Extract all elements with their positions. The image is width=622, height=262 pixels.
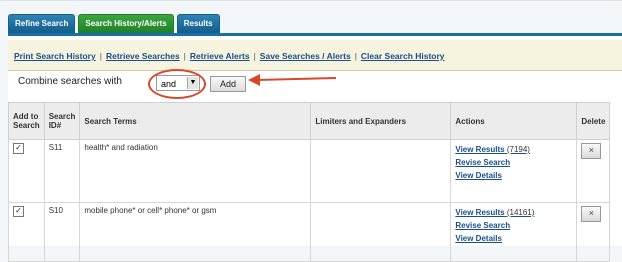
delete-button[interactable]: × [581, 143, 602, 159]
add-to-search-checkbox[interactable]: ✓ [13, 143, 24, 154]
search-id-cell: S11 [43, 139, 81, 203]
clear-search-history-link[interactable]: Clear Search History [361, 51, 445, 61]
save-searches-alerts-link[interactable]: Save Searches / Alerts [260, 51, 351, 61]
header-limiters-expanders: Limiters and Expanders [310, 102, 452, 140]
highlight-circle [148, 69, 206, 99]
header-actions: Actions [450, 102, 578, 140]
combine-label: Combine searches with [18, 76, 122, 87]
delete-button[interactable]: × [581, 206, 602, 222]
table-header-row: Add to Search Search ID# Search Terms Li… [8, 102, 611, 140]
tab-bar: Refine Search Search History/Alerts Resu… [8, 14, 220, 34]
header-search-terms: Search Terms [79, 102, 312, 140]
view-details-link[interactable]: View Details [455, 232, 572, 245]
add-to-search-checkbox[interactable]: ✓ [13, 206, 24, 217]
add-to-search-cell: ✓ [8, 139, 45, 203]
view-results-link[interactable]: View Results (7194) [455, 143, 572, 156]
search-terms-cell: health* and radiation [79, 139, 312, 203]
delete-cell: × [576, 202, 611, 262]
highlight-arrow-icon [248, 74, 337, 86]
toolbar-links: Print Search History | Retrieve Searches | R… [14, 51, 445, 61]
separator: | [354, 51, 357, 61]
tab-refine-search[interactable]: Refine Search [8, 14, 76, 33]
tab-results[interactable]: Results [176, 14, 220, 33]
header-add-to-search: Add to Search [8, 102, 45, 140]
separator: | [183, 51, 186, 61]
search-terms-cell: mobile phone* or cell* phone* or gsm [79, 202, 312, 262]
print-search-history-link[interactable]: Print Search History [14, 51, 96, 61]
add-to-search-cell: ✓ [8, 202, 45, 262]
view-results-label: View Results [455, 145, 505, 154]
delete-cell: × [576, 139, 611, 203]
limiters-cell [310, 139, 452, 203]
separator: | [253, 51, 256, 61]
search-history-table: Add to Search Search ID# Search Terms Li… [8, 102, 611, 262]
tab-search-history-alerts[interactable]: Search History/Alerts [78, 14, 174, 33]
limiters-cell [310, 202, 452, 262]
actions-cell: View Results (14161) Revise Search View … [450, 202, 578, 262]
header-delete: Delete [576, 102, 611, 140]
history-toolbar: Print Search History | Retrieve Searches | R… [8, 40, 622, 71]
actions-cell: View Results (7194) Revise Search View D… [450, 139, 578, 203]
search-history-panel: Print Search History | Retrieve Searches | R… [8, 33, 622, 262]
table-row: ✓ S11 health* and radiation View Results… [8, 139, 611, 203]
result-count: (14161) [506, 208, 535, 217]
add-button[interactable]: Add [210, 76, 246, 92]
separator: | [99, 51, 102, 61]
retrieve-alerts-link[interactable]: Retrieve Alerts [190, 51, 250, 61]
result-count: (7194) [506, 145, 530, 154]
search-id-cell: S10 [43, 202, 81, 262]
retrieve-searches-link[interactable]: Retrieve Searches [106, 51, 180, 61]
background-line [0, 0, 622, 1]
view-details-link[interactable]: View Details [455, 169, 572, 182]
revise-search-link[interactable]: Revise Search [455, 156, 572, 169]
header-search-id: Search ID# [43, 102, 81, 140]
view-results-link[interactable]: View Results (14161) [455, 206, 572, 219]
table-row: ✓ S10 mobile phone* or cell* phone* or g… [8, 202, 611, 262]
revise-search-link[interactable]: Revise Search [455, 219, 572, 232]
view-results-label: View Results [455, 208, 505, 217]
